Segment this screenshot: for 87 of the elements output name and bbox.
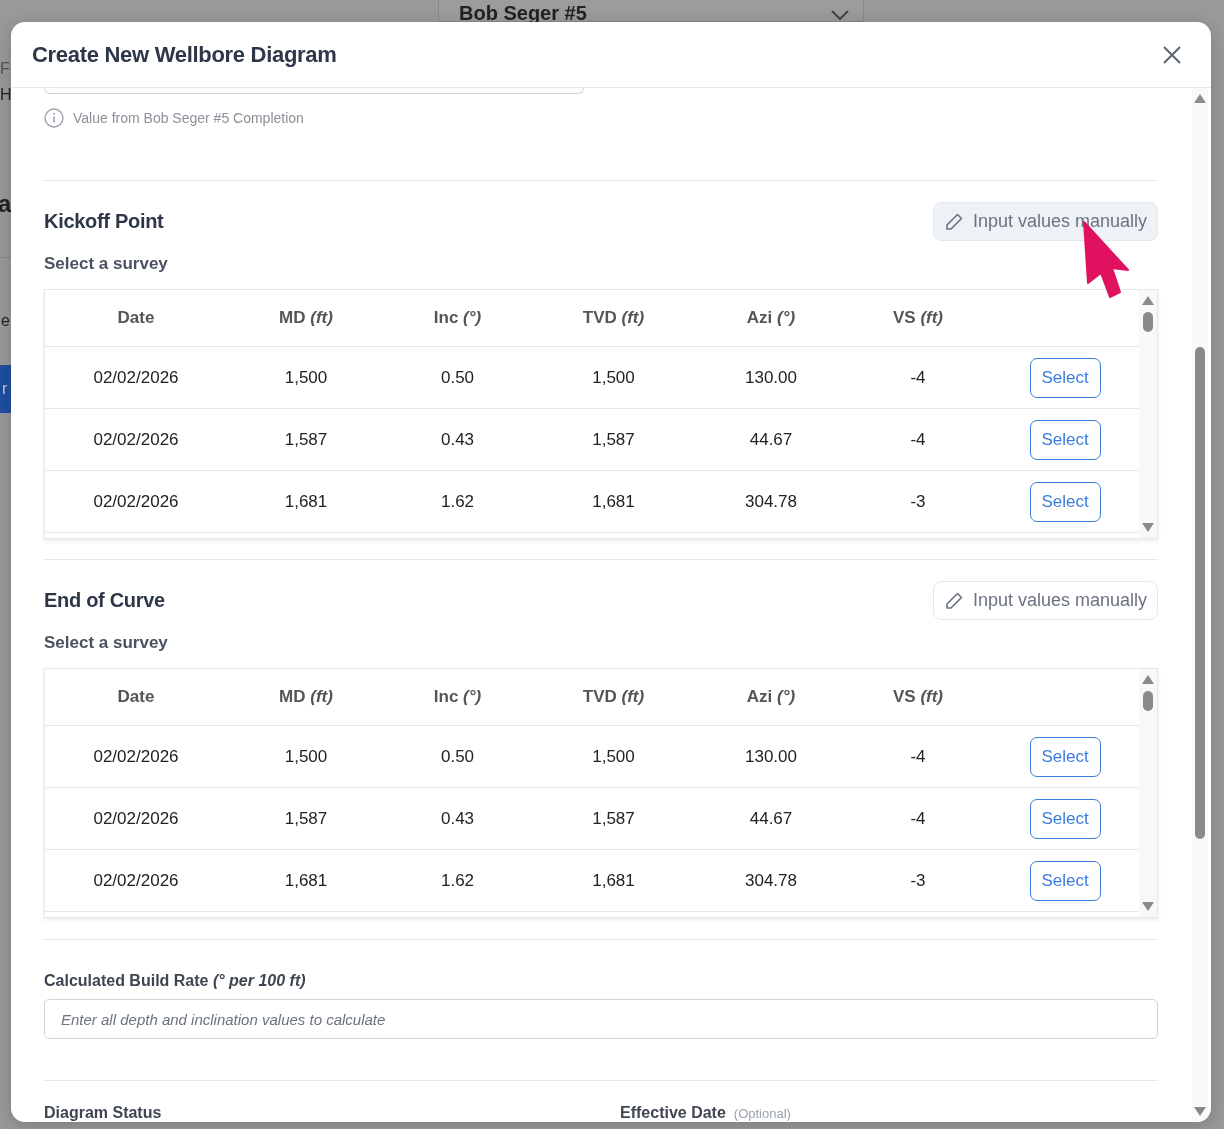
table-cell: 1.62 [385,471,530,533]
table-cell: 1,500 [530,726,697,788]
table-cell: 1,500 [227,726,385,788]
column-header: VS (ft) [892,687,944,707]
table-cell: 02/02/2026 [45,788,227,850]
table-cell: -3 [845,850,991,912]
table-cell: 02/02/2026 [45,347,227,409]
table-cell: 0.50 [385,726,530,788]
scrollbar-thumb[interactable] [1143,312,1153,332]
table-cell: 02/02/2026 [45,726,227,788]
table-cell: 1,681 [227,471,385,533]
scrollbar-track[interactable] [1139,669,1157,917]
column-header: Date [117,308,155,328]
chevron-down-icon [831,10,849,20]
table-cell: 44.67 [697,409,845,471]
table-cell: 1,587 [227,409,385,471]
field-label: Diagram Status [44,1103,162,1122]
table-cell: -4 [845,347,991,409]
input-manually-button[interactable]: Input values manually [932,202,1158,241]
scroll-down-icon[interactable] [1194,1107,1206,1116]
select-button[interactable]: Select [1029,357,1101,398]
column-header: TVD (ft) [582,308,645,328]
select-button[interactable]: Select [1029,860,1101,901]
input-field[interactable]: Enter all depth and inclination values to calculate [44,999,1158,1039]
select-button[interactable]: Select [1029,419,1101,460]
background-text: H [0,86,12,104]
column-header: MD (ft) [279,687,333,707]
field-label: Calculated Build Rate (° per 100 ft) [44,971,307,991]
table-cell: 1,587 [530,788,697,850]
info-icon [44,108,64,128]
table-cell: 02/02/2026 [45,409,227,471]
table-cell: 1,587 [530,409,697,471]
table-cell: 1,681 [530,471,697,533]
table-cell: 304.78 [697,471,845,533]
table-caption: Select a survey [44,633,169,653]
column-header: Inc (°) [433,687,482,707]
scrollbar-track[interactable] [1192,88,1208,1122]
column-header: Azi (°) [746,687,796,707]
pencil-icon [943,211,964,232]
column-header: VS (ft) [892,308,944,328]
dialog-title: Create New Wellbore Diagram [32,41,337,68]
column-header: Azi (°) [746,308,796,328]
table-cell: 0.43 [385,409,530,471]
scroll-up-icon[interactable] [1142,675,1154,684]
scrollbar-track[interactable] [1139,290,1157,538]
column-header: MD (ft) [279,308,333,328]
table-cell: 0.43 [385,788,530,850]
input-manually-button[interactable]: Input values manually [932,581,1158,620]
select-button[interactable]: Select [1029,481,1101,522]
field-label: Effective Date [620,1103,726,1122]
table-cell: 1,681 [227,850,385,912]
table-cell: 0.50 [385,347,530,409]
table-cell: -3 [845,471,991,533]
column-header: Inc (°) [433,308,482,328]
table-cell: 1,681 [530,850,697,912]
scrollbar-thumb[interactable] [1195,347,1205,839]
table-cell: -4 [845,788,991,850]
close-icon[interactable] [1161,43,1183,66]
column-header: TVD (ft) [582,687,645,707]
table-cell: 02/02/2026 [45,471,227,533]
table-cell: 130.00 [697,347,845,409]
table-cell: 130.00 [697,726,845,788]
info-note: Value from Bob Seger #5 Completion [73,110,304,126]
table-cell: 1.62 [385,850,530,912]
scroll-up-icon[interactable] [1194,94,1206,103]
select-button[interactable]: Select [1029,736,1101,777]
scroll-down-icon[interactable] [1142,523,1154,532]
table-cell: 304.78 [697,850,845,912]
scrollbar-thumb[interactable] [1143,691,1153,711]
table-caption: Select a survey [44,254,169,274]
table-cell: 1,500 [530,347,697,409]
table-cell: 02/02/2026 [45,850,227,912]
table-cell: 1,587 [227,788,385,850]
pencil-icon [943,590,964,611]
scroll-up-icon[interactable] [1142,296,1154,305]
background-text: e [1,312,10,330]
optional-hint: (Optional) [733,1106,791,1121]
table-cell: -4 [845,409,991,471]
column-header: Date [117,687,155,707]
section-title: End of Curve [44,589,165,612]
scroll-down-icon[interactable] [1142,902,1154,911]
section-title: Kickoff Point [44,210,164,233]
background-text: F [0,60,10,78]
table-cell: 1,500 [227,347,385,409]
select-button[interactable]: Select [1029,798,1101,839]
table-cell: 44.67 [697,788,845,850]
table-cell: -4 [845,726,991,788]
